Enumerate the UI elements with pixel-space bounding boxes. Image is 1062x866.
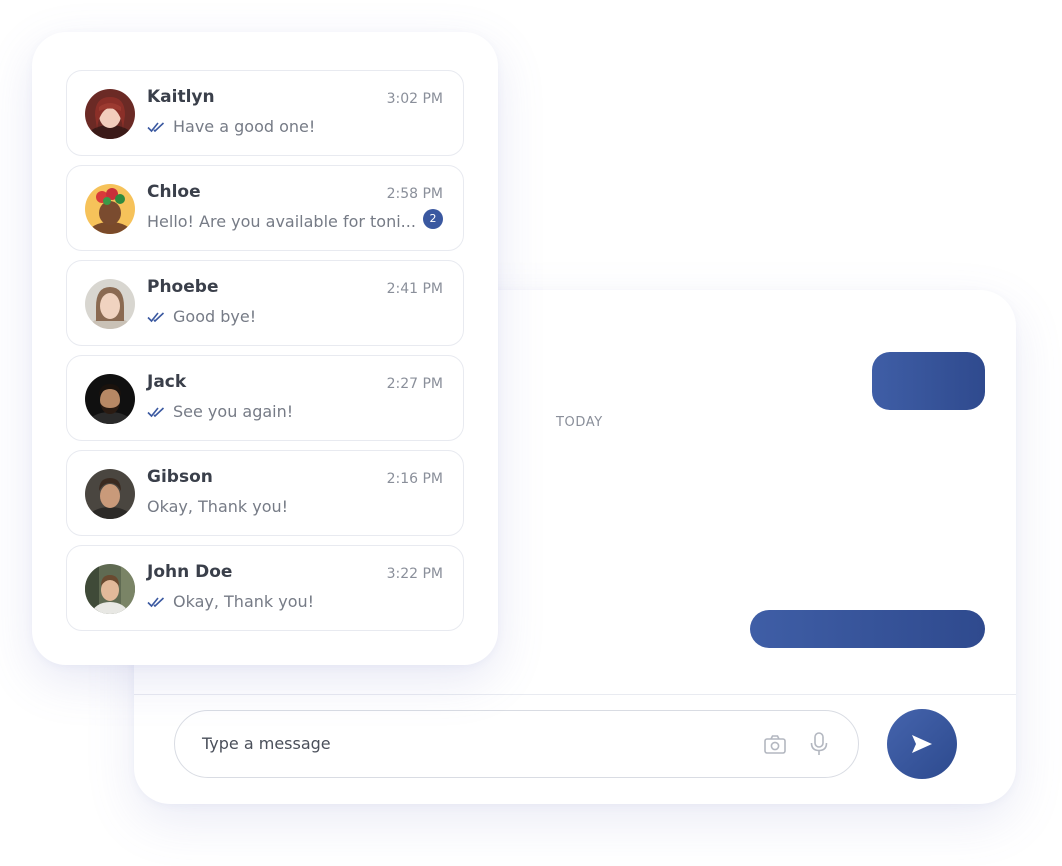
message-time: 2:58 PM — [386, 186, 443, 202]
chat-list-item[interactable]: Kaitlyn 3:02 PM Have a good one! — [66, 70, 464, 156]
message-preview-text: Okay, Thank you! — [173, 592, 315, 611]
message-input[interactable]: Type a message — [174, 710, 859, 778]
avatar — [85, 89, 135, 139]
double-check-icon — [147, 121, 165, 132]
message-preview: Okay, Thank you! — [147, 592, 314, 611]
outgoing-message-bubble — [750, 610, 985, 648]
avatar — [85, 279, 135, 329]
message-preview: Have a good one! — [147, 117, 315, 136]
chat-list-item[interactable]: Gibson 2:16 PM Okay, Thank you! — [66, 450, 464, 536]
chat-list: Kaitlyn 3:02 PM Have a good one! Chloe 2… — [66, 70, 464, 640]
message-preview-text: Okay, Thank you! — [147, 497, 289, 516]
double-check-icon — [147, 311, 165, 322]
avatar — [85, 374, 135, 424]
send-icon — [912, 735, 932, 753]
contact-name: Kaitlyn — [147, 87, 215, 107]
chat-list-panel: Kaitlyn 3:02 PM Have a good one! Chloe 2… — [32, 32, 498, 665]
message-preview-text: Have a good one! — [173, 117, 316, 136]
contact-name: Phoebe — [147, 277, 219, 297]
date-divider: TODAY — [556, 415, 603, 430]
unread-count-badge: 2 — [423, 209, 443, 229]
avatar — [85, 469, 135, 519]
message-time: 3:02 PM — [386, 91, 443, 107]
chat-list-item[interactable]: Chloe 2:58 PM Hello! Are you available f… — [66, 165, 464, 251]
chat-app-stage: TODAY Type a message Kaitlyn 3:02 PM Hav… — [0, 0, 1062, 866]
chat-list-item[interactable]: Jack 2:27 PM See you again! — [66, 355, 464, 441]
message-preview: Hello! Are you available for toni... — [147, 212, 416, 231]
message-time: 2:27 PM — [386, 376, 443, 392]
outgoing-message-bubble — [872, 352, 985, 410]
avatar — [85, 184, 135, 234]
message-preview-text: Good bye! — [173, 307, 257, 326]
contact-name: Chloe — [147, 182, 201, 202]
message-input-placeholder: Type a message — [202, 734, 331, 753]
message-time: 2:41 PM — [386, 281, 443, 297]
message-preview-text: Hello! Are you available for toni... — [147, 212, 416, 231]
microphone-icon[interactable] — [807, 731, 831, 757]
camera-icon[interactable] — [763, 731, 787, 757]
message-preview-text: See you again! — [173, 402, 294, 421]
message-time: 3:22 PM — [386, 566, 443, 582]
send-button[interactable] — [887, 709, 957, 779]
message-preview: Good bye! — [147, 307, 256, 326]
chat-list-item[interactable]: Phoebe 2:41 PM Good bye! — [66, 260, 464, 346]
chat-list-item[interactable]: John Doe 3:22 PM Okay, Thank you! — [66, 545, 464, 631]
message-time: 2:16 PM — [386, 471, 443, 487]
message-preview: See you again! — [147, 402, 293, 421]
avatar — [85, 564, 135, 614]
composer-divider — [134, 694, 1016, 695]
double-check-icon — [147, 596, 165, 607]
contact-name: Gibson — [147, 467, 213, 487]
message-preview: Okay, Thank you! — [147, 497, 288, 516]
contact-name: John Doe — [147, 562, 233, 582]
contact-name: Jack — [147, 372, 187, 392]
double-check-icon — [147, 406, 165, 417]
